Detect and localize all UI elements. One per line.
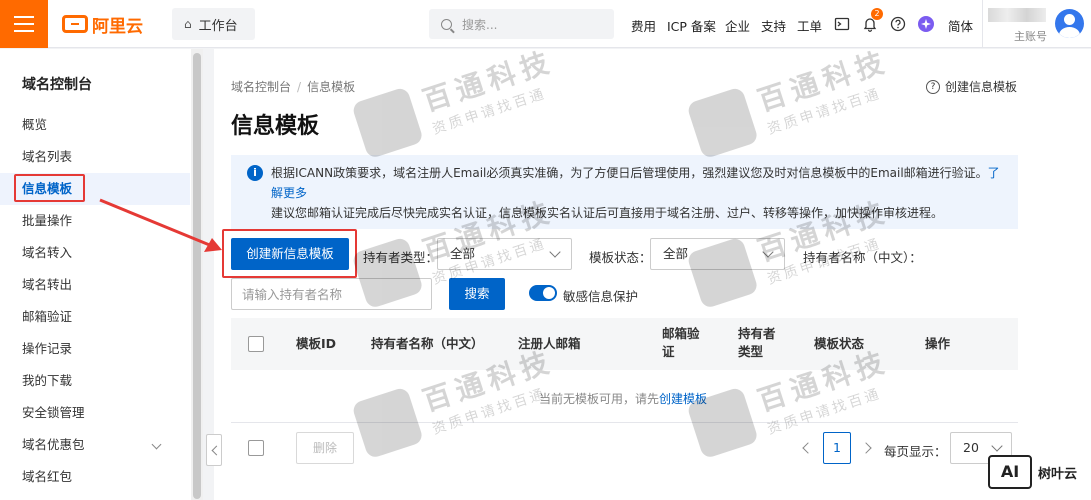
chevron-down-icon: [762, 246, 774, 258]
holder-name-label: 持有者名称（中文）：: [803, 250, 922, 265]
holder-type-value: 全部: [450, 246, 476, 261]
sidebar-title: 域名控制台: [22, 77, 92, 93]
create-template-help-label: 创建信息模板: [945, 80, 1018, 94]
button-highlight-box: [222, 229, 357, 278]
column-holder-type: 持有者 类型: [738, 326, 776, 359]
nav-support[interactable]: 支持: [761, 16, 786, 35]
sidebar-item-discount-pack[interactable]: 域名优惠包: [0, 429, 190, 461]
nav-ticket[interactable]: 工单: [797, 16, 822, 35]
sidebar-item-red-packet[interactable]: 域名红包: [0, 461, 190, 493]
search-icon: [441, 18, 452, 30]
info-icon: i: [247, 165, 263, 181]
nav-billing[interactable]: 费用: [631, 16, 656, 35]
footer-select-all-checkbox[interactable]: [248, 440, 264, 456]
brand-name: 树叶云: [1038, 466, 1078, 482]
sensitive-info-label: 敏感信息保护: [563, 289, 639, 304]
notification-badge: 2: [871, 8, 883, 20]
divider: [982, 0, 983, 48]
select-all-checkbox[interactable]: [248, 336, 264, 352]
search-button[interactable]: 搜索: [449, 278, 505, 310]
sensitive-info-toggle[interactable]: [529, 285, 557, 301]
column-template-id: 模板ID: [296, 336, 337, 351]
sidebar-item-my-downloads[interactable]: 我的下载: [0, 365, 190, 397]
notice-line2: 建议您邮箱认证完成后尽快完成实名认证，信息模板实名认证后可直接用于域名注册、过户…: [271, 206, 944, 220]
breadcrumb-separator: /: [297, 80, 302, 94]
ai-assistant-icon[interactable]: [918, 16, 934, 32]
menu-icon[interactable]: [0, 0, 48, 48]
scrollbar-thumb[interactable]: [193, 53, 201, 499]
per-page-label: 每页显示：: [884, 444, 947, 459]
sidebar-item-label: 域名优惠包: [22, 437, 85, 452]
breadcrumb-item-current: 信息模板: [307, 80, 356, 94]
sidebar-highlight-box: [14, 174, 85, 202]
template-status-select[interactable]: 全部: [650, 238, 785, 270]
column-actions: 操作: [925, 336, 951, 351]
column-email-verified: 邮箱验 证: [662, 326, 700, 359]
sidebar-item-overview[interactable]: 概览: [0, 109, 190, 141]
column-template-status: 模板状态: [814, 336, 865, 351]
sidebar-item-batch-operations[interactable]: 批量操作: [0, 205, 190, 237]
aliyun-logo[interactable]: 阿里云: [62, 12, 143, 37]
template-status-value: 全部: [663, 246, 689, 261]
brand-ai-badge: AI: [988, 455, 1032, 489]
sidebar-scrollbar[interactable]: [191, 49, 203, 500]
sidebar: 域名控制台 概览 域名列表 信息模板 批量操作 域名转入 域名转出 邮箱验证 操…: [0, 49, 192, 500]
logo-text: 阿里云: [92, 16, 143, 37]
global-search-input[interactable]: 搜索...: [429, 9, 614, 39]
sidebar-item-transfer-in[interactable]: 域名转入: [0, 237, 190, 269]
column-holder-name: 持有者名称（中文）: [371, 336, 484, 351]
nav-enterprise[interactable]: 企业: [725, 16, 750, 35]
chevron-down-icon: [549, 246, 561, 258]
empty-state-text: 当前无模板可用，请先: [539, 392, 660, 406]
logo-mark-icon: [62, 15, 88, 33]
notice-line1: 根据ICANN政策要求，域名注册人Email必须真实准确，为了方便日后管理使用，…: [271, 166, 988, 180]
per-page-value: 20: [963, 440, 979, 455]
empty-state-message: 当前无模板可用，请先创建模板: [539, 390, 707, 407]
sidebar-item-operation-log[interactable]: 操作记录: [0, 333, 190, 365]
delete-button[interactable]: 删除: [296, 432, 354, 464]
create-template-link[interactable]: 创建模板: [659, 392, 707, 406]
account-name-blurred[interactable]: [988, 8, 1046, 22]
workbench-button[interactable]: ⌂ 工作台: [172, 8, 255, 40]
holder-type-select[interactable]: 全部: [437, 238, 572, 270]
account-type-label: 主账号: [1014, 30, 1047, 43]
page-title: 信息模板: [231, 114, 320, 139]
breadcrumb: 域名控制台 / 信息模板: [231, 78, 355, 95]
question-icon: ?: [926, 79, 940, 94]
sidebar-collapse-handle[interactable]: [206, 434, 222, 466]
icann-notice: i 根据ICANN政策要求，域名注册人Email必须真实准确，为了方便日后管理使…: [231, 155, 1018, 229]
chevron-down-icon: [991, 440, 1003, 452]
template-status-label: 模板状态：: [589, 250, 652, 265]
language-switch[interactable]: 简体: [948, 16, 973, 35]
search-placeholder: 搜索...: [462, 17, 498, 32]
sidebar-item-transfer-out[interactable]: 域名转出: [0, 269, 190, 301]
chevron-down-icon: [151, 439, 162, 450]
sidebar-item-domain-list[interactable]: 域名列表: [0, 141, 190, 173]
holder-name-input[interactable]: [231, 278, 432, 310]
create-template-help-link[interactable]: ? 创建信息模板: [926, 78, 1017, 95]
help-icon[interactable]: [890, 16, 906, 32]
top-navigation-bar: 阿里云 ⌂ 工作台 搜索... 费用 ICP 备案 企业 支持 工单 2 简体 …: [0, 0, 1091, 48]
sidebar-item-security-lock[interactable]: 安全锁管理: [0, 397, 190, 429]
page-number-current[interactable]: 1: [823, 432, 851, 464]
sidebar-item-email-verification[interactable]: 邮箱验证: [0, 301, 190, 333]
console-icon[interactable]: [834, 16, 850, 32]
workbench-label: 工作台: [198, 18, 238, 34]
table-header: 模板ID 持有者名称（中文） 注册人邮箱 邮箱验 证 持有者 类型 模板状态 操…: [231, 318, 1018, 370]
breadcrumb-item-console[interactable]: 域名控制台: [231, 80, 291, 94]
brand-corner-logo: AI 树叶云: [988, 454, 1088, 490]
column-registrant-email: 注册人邮箱: [518, 336, 581, 351]
home-icon: ⌂: [184, 17, 192, 31]
holder-type-label: 持有者类型：: [363, 250, 439, 265]
nav-icp[interactable]: ICP 备案: [667, 16, 716, 35]
avatar[interactable]: [1055, 9, 1084, 38]
